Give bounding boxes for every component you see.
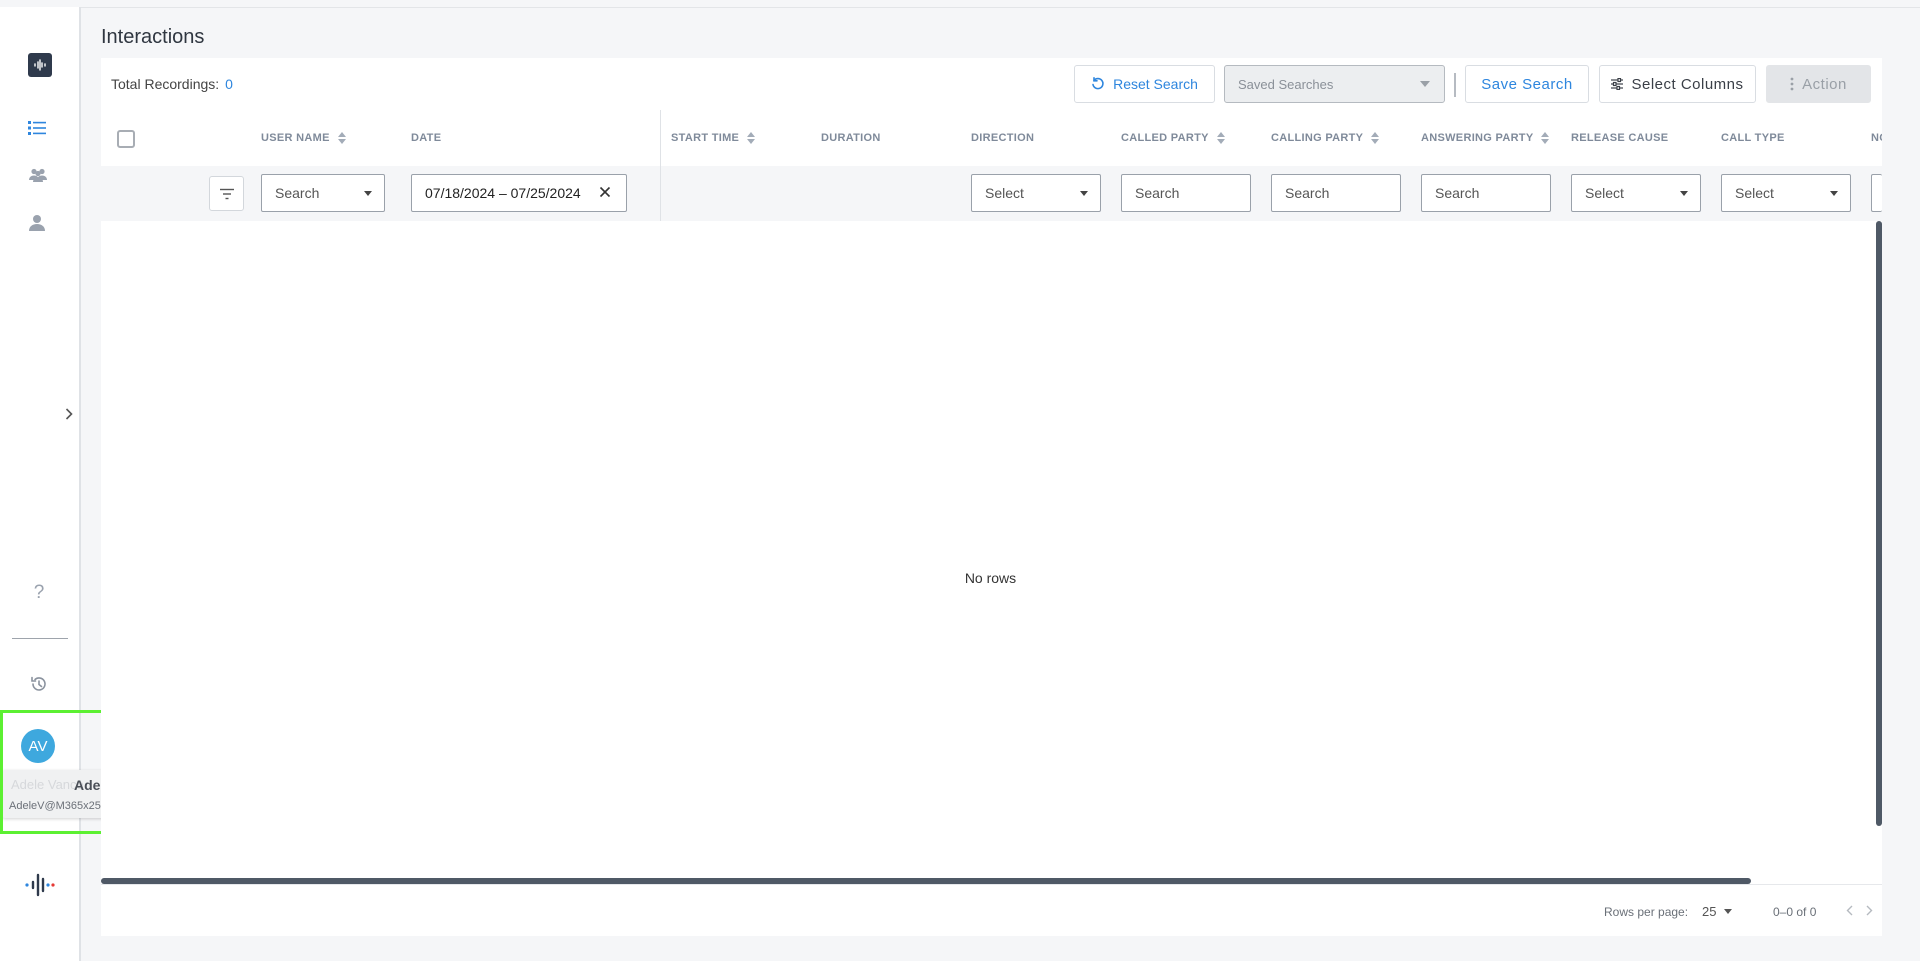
col-header-date[interactable]: DATE (411, 132, 441, 144)
action-button[interactable]: Action (1766, 65, 1871, 103)
select-columns-button[interactable]: Select Columns (1599, 65, 1756, 103)
expand-chevron-icon[interactable] (62, 407, 76, 421)
col-header-answering-party[interactable]: ANSWERING PARTY (1421, 132, 1550, 144)
total-recordings: Total Recordings: 0 (111, 76, 233, 92)
top-border (0, 7, 1920, 8)
list-icon[interactable] (28, 119, 46, 137)
kebab-icon (1790, 77, 1794, 91)
col-header-call-type[interactable]: CALL TYPE (1721, 132, 1785, 144)
col-label: RELEASE CAUSE (1571, 132, 1669, 144)
page-title: Interactions (101, 26, 205, 48)
date-range-value: 07/18/2024 – 07/25/2024 (425, 185, 581, 201)
rows-per-page-select[interactable]: 25 (1702, 904, 1733, 919)
reset-search-button[interactable]: Reset Search (1074, 65, 1215, 103)
brand-waveform-icon (24, 870, 56, 900)
col-label: ANSWERING PARTY (1421, 132, 1534, 144)
col-label: DIRECTION (971, 132, 1035, 144)
chevron-down-icon (364, 191, 372, 196)
footer-divider (101, 884, 1882, 885)
call-type-filter-value: Select (1735, 185, 1774, 201)
rows-per-page-label: Rows per page: (1604, 905, 1689, 919)
col-header-direction[interactable]: DIRECTION (971, 132, 1034, 144)
user-name-ghost: Adele Vance (11, 777, 84, 792)
pagination-range: 0–0 of 0 (1773, 905, 1817, 919)
col-label: CALLED PARTY (1121, 132, 1209, 144)
col-header-start-time[interactable]: START TIME (671, 132, 756, 144)
sort-icon[interactable] (1541, 132, 1550, 144)
chevron-down-icon (1830, 191, 1838, 196)
help-icon[interactable]: ? (31, 582, 47, 604)
chevron-down-icon (1420, 81, 1430, 87)
sort-icon[interactable] (747, 132, 756, 144)
called-party-filter-value: Search (1135, 185, 1180, 201)
user-name-filter[interactable]: Search (261, 174, 385, 212)
release-cause-filter[interactable]: Select (1571, 174, 1701, 212)
answering-party-filter-value: Search (1435, 185, 1480, 201)
saved-searches-label: Saved Searches (1238, 76, 1334, 92)
vertical-scrollbar[interactable] (1876, 221, 1882, 826)
total-count[interactable]: 0 (225, 76, 233, 92)
sort-icon[interactable] (337, 132, 346, 144)
col-label: USER NAME (261, 132, 330, 144)
select-columns-label: Select Columns (1631, 75, 1744, 93)
sort-icon[interactable] (1216, 132, 1225, 144)
direction-filter[interactable]: Select (971, 174, 1101, 212)
col-label: CALL TYPE (1721, 132, 1785, 144)
calling-party-filter-value: Search (1285, 185, 1330, 201)
team-icon[interactable] (28, 167, 48, 183)
next-page-icon[interactable] (1861, 901, 1877, 919)
chevron-down-icon (1724, 909, 1733, 914)
col-header-release-cause[interactable]: RELEASE CAUSE (1571, 132, 1668, 144)
col-label: START TIME (671, 132, 740, 144)
truncated-filter[interactable] (1871, 174, 1882, 212)
table-header: USER NAME DATE START TIME DURATION DIREC… (101, 110, 1882, 164)
reset-icon (1092, 77, 1104, 90)
toolbar-divider (1454, 73, 1456, 97)
empty-state: No rows (964, 570, 1017, 586)
sliders-icon (1611, 78, 1624, 90)
total-label: Total Recordings: (111, 76, 220, 92)
sort-icon[interactable] (1371, 132, 1380, 144)
calling-party-filter[interactable]: Search (1271, 174, 1401, 212)
chevron-down-icon (1080, 191, 1088, 196)
chevron-down-icon (1680, 191, 1688, 196)
col-label: CALLING PARTY (1271, 132, 1364, 144)
select-all-checkbox[interactable] (117, 130, 135, 148)
direction-filter-value: Select (985, 185, 1024, 201)
saved-searches-select[interactable]: Saved Searches (1224, 65, 1445, 103)
called-party-filter[interactable]: Search (1121, 174, 1251, 212)
prev-page-icon[interactable] (1841, 901, 1857, 919)
col-header-calling-party[interactable]: CALLING PARTY (1271, 132, 1380, 144)
close-icon[interactable] (598, 185, 612, 199)
col-header-truncated[interactable]: NO (1871, 132, 1882, 144)
col-label: DURATION (821, 132, 881, 144)
avatar[interactable]: AV (21, 729, 55, 763)
waveform-logo-icon[interactable] (28, 53, 52, 77)
release-cause-filter-value: Select (1585, 185, 1624, 201)
column-divider (660, 110, 661, 221)
history-icon[interactable] (29, 674, 49, 694)
user-name-filter-value: Search (275, 185, 320, 201)
call-type-filter[interactable]: Select (1721, 174, 1851, 212)
save-search-button[interactable]: Save Search (1465, 65, 1589, 103)
date-range-filter[interactable]: 07/18/2024 – 07/25/2024 (411, 174, 627, 212)
col-label: NO (1871, 132, 1882, 144)
col-header-called-party[interactable]: CALLED PARTY (1121, 132, 1225, 144)
action-label: Action (1802, 75, 1847, 93)
col-header-duration[interactable]: DURATION (821, 132, 881, 144)
col-label: DATE (411, 132, 442, 144)
col-header-user-name[interactable]: USER NAME (261, 132, 346, 144)
filter-icon[interactable] (209, 176, 244, 211)
reset-search-label: Reset Search (1113, 76, 1198, 92)
filter-row: Search 07/18/2024 – 07/25/2024 Select Se… (101, 166, 1882, 221)
person-icon[interactable] (29, 214, 45, 232)
sidebar-divider (12, 638, 68, 639)
rows-per-page-value: 25 (1702, 904, 1717, 919)
answering-party-filter[interactable]: Search (1421, 174, 1551, 212)
interactions-panel: Total Recordings: 0 Reset Search Saved Se… (101, 58, 1882, 936)
